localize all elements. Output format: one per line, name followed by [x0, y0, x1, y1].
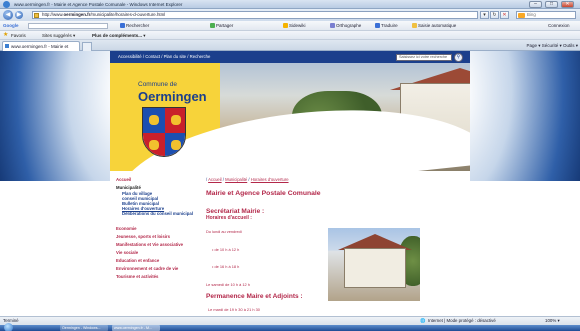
toolbar-search-button[interactable]: Rechercher [120, 21, 149, 31]
search-engine-label: Bing [527, 12, 536, 17]
status-bar: Terminé 🌐 Internet | Mode protégé : désa… [0, 316, 580, 325]
tab-oermingen[interactable]: www.oermingen.fr - Mairie et Agence Post… [2, 41, 80, 58]
start-button[interactable] [4, 323, 13, 331]
toolbar-sidewiki-button[interactable]: Sidewiki [283, 21, 306, 31]
sidebar-item[interactable]: Environnement et cadre de vie [116, 266, 196, 271]
commune-label: Commune de [138, 81, 178, 88]
sidebar-item[interactable]: Vie sociale [116, 250, 196, 255]
search-icon [120, 23, 125, 28]
toolbar-share-button[interactable]: Partager [210, 21, 233, 31]
translate-icon [375, 23, 380, 28]
refresh-icon[interactable]: ↻ [490, 11, 499, 19]
url-domain: oermingen.fr [63, 12, 91, 17]
toolbar-translate-button[interactable]: Traduire [375, 21, 398, 31]
addons-link[interactable]: Plus de compléments... ▾ [92, 31, 146, 40]
breadcrumb: / Accueil / Municipalité / Horaires d'ou… [206, 177, 289, 182]
commune-name: Oermingen [138, 89, 207, 104]
hours-tuesday: Le mardi de 19 h 30 à 21 h 30 [208, 307, 260, 312]
site-search-input[interactable]: Saisissez ici votre recherche [396, 54, 452, 61]
search-go-button[interactable]: ⚲ [454, 53, 463, 62]
subsection-heading: Horaires d'accueil : [206, 215, 252, 221]
title-bar: www.oermingen.fr - Mairie et Agence Post… [0, 0, 580, 9]
sidewiki-icon [283, 23, 288, 28]
section-heading: Secrétariat Mairie : [206, 208, 265, 215]
website: Accessibilité / Contact / Plan du site /… [110, 51, 470, 316]
sidebar-item-municipalite[interactable]: Municipalité [116, 185, 196, 190]
suggested-sites-link[interactable]: Sites suggérés ▾ [42, 31, 75, 40]
google-logo: Google [3, 23, 19, 28]
breadcrumb-current[interactable]: Horaires d'ouverture [251, 177, 289, 182]
zoom-level[interactable]: 100% ▾ [545, 317, 560, 325]
sidebar-item[interactable]: Education et enfance [116, 258, 196, 263]
google-toolbar: Google Rechercher Partager Sidewiki Orth… [0, 21, 580, 31]
security-zone[interactable]: Internet | Mode protégé : désactivé [428, 317, 496, 325]
taskbar-item-active[interactable]: www.oermingen.fr - M... [112, 325, 160, 331]
sidebar-item[interactable]: Economie [116, 226, 196, 231]
url-path: /municipalite/horaires-d-ouverture.html [90, 12, 166, 17]
favorites-star-icon[interactable]: ★ [3, 31, 8, 40]
url-prefix: http://www. [42, 12, 64, 17]
back-button[interactable]: ◀ [3, 10, 13, 20]
google-search-input[interactable] [28, 23, 108, 29]
autofill-icon [412, 23, 417, 28]
sidebar-item[interactable]: Manifestations et Vie associative [116, 242, 196, 247]
tab-favicon [5, 44, 9, 48]
sidebar-subitem[interactable]: Délibérations du conseil municipal [116, 211, 196, 216]
breadcrumb-municipalite[interactable]: Municipalité [225, 177, 247, 182]
breadcrumb-accueil[interactable]: Accueil [208, 177, 222, 182]
coat-of-arms-icon [142, 107, 186, 157]
tab-bar: www.oermingen.fr - Mairie et Agence Post… [0, 40, 580, 58]
close-button[interactable]: ✕ [561, 1, 574, 8]
toolbar-autofill-button[interactable]: Saisie automatique [412, 21, 456, 31]
windows-taskbar: Oermingen - Windows... www.oermingen.fr … [0, 323, 580, 331]
globe-icon: 🌐 [420, 318, 426, 323]
town-hall-photo [328, 228, 420, 301]
forward-button[interactable]: ▶ [15, 11, 23, 19]
taskbar-item[interactable]: Oermingen - Windows... [60, 325, 108, 331]
new-tab-button[interactable] [82, 42, 92, 51]
spellcheck-icon [330, 23, 335, 28]
window-title: www.oermingen.fr - Mairie et Agence Post… [14, 1, 183, 7]
site-banner: Commune de Oermingen [110, 63, 470, 171]
bing-icon [518, 13, 525, 18]
share-icon [210, 23, 215, 28]
sidebar-item[interactable]: Jeunesse, sports et loisirs [116, 234, 196, 239]
internet-explorer-icon [3, 1, 10, 8]
page-title: Mairie et Agence Postale Comunale [206, 190, 321, 197]
maximize-button[interactable]: □ [545, 1, 558, 8]
page-viewport: Accessibilité / Contact / Plan du site /… [0, 51, 580, 316]
command-bar[interactable]: Page ▾ Sécurité ▾ Outils ▾ [526, 40, 578, 51]
stop-icon[interactable]: ✕ [500, 11, 509, 19]
search-box[interactable]: Bing [516, 11, 576, 19]
sidebar-item[interactable]: Tourisme et activités [116, 274, 196, 279]
address-bar: ◀ ▶ http://www.oermingen.fr/municipalite… [0, 9, 580, 21]
minimize-button[interactable]: – [529, 1, 542, 8]
sidebar-menu: Accueil Municipalité Plan du village con… [116, 177, 196, 282]
url-input[interactable]: http://www.oermingen.fr/municipalite/hor… [32, 11, 478, 19]
page-icon [34, 13, 39, 18]
favorites-button[interactable]: Favoris [11, 31, 26, 40]
toolbar-spellcheck-button[interactable]: Orthographe [330, 21, 361, 31]
sidebar-item-accueil[interactable]: Accueil [116, 177, 196, 182]
hours-afternoon-text: de 16 h à 18 h [214, 264, 240, 269]
google-signin-link[interactable]: Connexion [548, 21, 570, 31]
compatibility-icon[interactable]: ▾ [480, 11, 489, 19]
section-heading-permanence: Permanence Maire et Adjoints : [206, 293, 303, 300]
hours-morning-text: de 10 h à 12 h [214, 247, 240, 252]
favorites-bar: ★ Favoris Sites suggérés ▾ Plus de compl… [0, 31, 580, 40]
